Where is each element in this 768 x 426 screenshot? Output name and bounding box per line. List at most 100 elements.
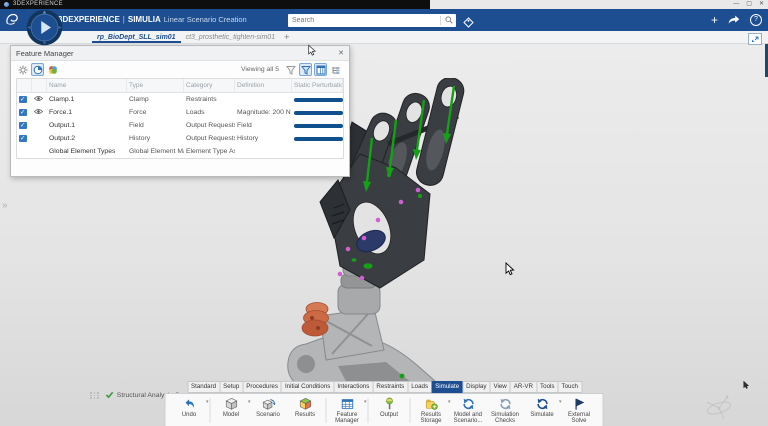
- toolbar-button-scenario[interactable]: Scenario: [250, 396, 287, 425]
- cell-category[interactable]: Output Requests: [184, 119, 235, 132]
- toolbar-button-model[interactable]: Model ▾: [213, 396, 251, 425]
- cell-static-perturbation[interactable]: [292, 145, 343, 158]
- toolbar-button-output[interactable]: Output: [371, 396, 408, 425]
- tag-icon[interactable]: [463, 15, 474, 33]
- column-header[interactable]: [17, 79, 32, 93]
- toolbar-button-results[interactable]: Results: [287, 396, 324, 425]
- toolbar-button-external-solve[interactable]: External Solve: [561, 396, 598, 425]
- checkbox-checked-icon[interactable]: ✓: [19, 134, 27, 143]
- tree-view-icon[interactable]: [329, 63, 342, 76]
- close-icon[interactable]: ✕: [338, 49, 344, 57]
- row-checkbox-cell[interactable]: ✓: [17, 106, 32, 119]
- cell-type[interactable]: Force: [127, 106, 184, 119]
- new-tab-button[interactable]: +: [280, 32, 293, 43]
- categories-icon[interactable]: [46, 63, 59, 76]
- cell-category[interactable]: Output Requests: [184, 132, 235, 145]
- row-visibility-cell[interactable]: [32, 93, 47, 106]
- document-tab-ct3-prosthetic-tighten-sim01[interactable]: ct3_prosthetic_tighten-sim01: [181, 34, 281, 43]
- column-header-type[interactable]: Type: [127, 79, 184, 93]
- cell-name[interactable]: Force.1: [47, 106, 127, 119]
- cell-definition[interactable]: History: [235, 132, 292, 145]
- column-header-definition[interactable]: Definition: [235, 79, 292, 93]
- row-checkbox-cell[interactable]: ✓: [17, 119, 32, 132]
- row-checkbox-cell[interactable]: [17, 145, 32, 158]
- panel-collapse-chevron[interactable]: »: [2, 200, 8, 211]
- ribbon-tab-tools[interactable]: Tools: [536, 380, 559, 393]
- toolbar-button-simulation-checks[interactable]: Simulation Checks: [487, 396, 524, 425]
- cell-category[interactable]: Loads: [184, 106, 235, 119]
- cell-type[interactable]: Field: [127, 119, 184, 132]
- cell-static-perturbation[interactable]: [292, 106, 343, 119]
- help-icon[interactable]: ?: [750, 14, 762, 26]
- expand-viewport-icon[interactable]: [748, 33, 762, 45]
- add-icon[interactable]: +: [711, 14, 718, 26]
- row-checkbox-cell[interactable]: ✓: [17, 93, 32, 106]
- maximize-button[interactable]: ▢: [746, 0, 752, 9]
- share-icon[interactable]: [728, 11, 740, 29]
- cell-name[interactable]: Output.1: [47, 119, 127, 132]
- cell-name[interactable]: Global Element Types: [47, 145, 127, 158]
- visibility-eye-icon[interactable]: [33, 108, 44, 117]
- ribbon-tab-initial-conditions[interactable]: Initial Conditions: [280, 380, 335, 393]
- compass-icon[interactable]: [26, 9, 63, 46]
- checkbox-checked-icon[interactable]: ✓: [19, 108, 27, 117]
- toolbar-button-simulate[interactable]: Simulate ▾: [524, 396, 562, 425]
- pie-view-icon[interactable]: [31, 63, 44, 76]
- cell-type[interactable]: Global Element Map: [127, 145, 184, 158]
- dropdown-caret-icon[interactable]: ▾: [364, 399, 367, 406]
- cell-definition[interactable]: Magnitude: 200 N: [235, 106, 292, 119]
- row-visibility-cell[interactable]: [32, 106, 47, 119]
- ribbon-tab-touch[interactable]: Touch: [557, 380, 582, 393]
- toolbar-button-feature-manager[interactable]: Feature Manager ▾: [329, 396, 366, 425]
- cell-category[interactable]: Element Type Assign...: [184, 145, 235, 158]
- toolbar-button-undo[interactable]: Undo ▾: [171, 396, 209, 425]
- column-header[interactable]: [32, 79, 47, 93]
- ribbon-tab-view[interactable]: View: [489, 380, 511, 393]
- columns-icon[interactable]: [314, 63, 327, 76]
- cell-definition[interactable]: [235, 93, 292, 106]
- document-tab-rp-biodept-sll-sim01[interactable]: rp_BioDept_SLL_sim01: [92, 34, 181, 43]
- feature-manager-titlebar[interactable]: Feature Manager ✕: [11, 46, 349, 61]
- minimize-button[interactable]: —: [733, 0, 739, 9]
- toolbar-button-results-storage[interactable]: Results Storage ▾: [413, 396, 450, 425]
- search-box[interactable]: [288, 13, 456, 27]
- ribbon-tab-simulate[interactable]: Simulate: [431, 380, 464, 393]
- column-header-name[interactable]: Name: [47, 79, 127, 93]
- visibility-eye-icon[interactable]: [33, 95, 44, 104]
- row-visibility-cell[interactable]: [32, 132, 47, 145]
- toolbar-button-model-and-scenario[interactable]: Model and Scenario...: [450, 396, 487, 425]
- output-icon: [382, 397, 396, 412]
- ribbon-tab-restraints[interactable]: Restraints: [372, 380, 409, 393]
- search-input[interactable]: [288, 16, 440, 24]
- cell-type[interactable]: Clamp: [127, 93, 184, 106]
- cell-name[interactable]: Output.2: [47, 132, 127, 145]
- ribbon-tab-display[interactable]: Display: [462, 380, 491, 393]
- column-header-category[interactable]: Category: [184, 79, 235, 93]
- ribbon-tab-standard[interactable]: Standard: [187, 380, 221, 393]
- close-button[interactable]: ✕: [759, 0, 764, 9]
- cell-static-perturbation[interactable]: [292, 93, 343, 106]
- filter-active-icon[interactable]: [299, 63, 312, 76]
- cell-name[interactable]: Clamp.1: [47, 93, 127, 106]
- cell-definition[interactable]: [235, 145, 292, 158]
- cell-static-perturbation[interactable]: [292, 132, 343, 145]
- checkbox-checked-icon[interactable]: ✓: [19, 121, 27, 130]
- search-icon[interactable]: [440, 15, 456, 25]
- column-header-static-perturbation-st[interactable]: Static Perturbation St...: [292, 79, 343, 93]
- ribbon-tab-loads[interactable]: Loads: [407, 380, 433, 393]
- ribbon-tab-ar-vr[interactable]: AR-VR: [509, 380, 538, 393]
- cell-definition[interactable]: Field: [235, 119, 292, 132]
- cell-static-perturbation[interactable]: [292, 119, 343, 132]
- ribbon-tab-setup[interactable]: Setup: [219, 380, 244, 393]
- checkbox-checked-icon[interactable]: ✓: [19, 95, 27, 104]
- row-visibility-cell[interactable]: [32, 119, 47, 132]
- ribbon-tab-interactions[interactable]: Interactions: [333, 380, 374, 393]
- dropdown-caret-icon[interactable]: ▾: [206, 399, 209, 406]
- gear-icon[interactable]: [16, 63, 29, 76]
- cell-category[interactable]: Restraints: [184, 93, 235, 106]
- ribbon-tab-procedures[interactable]: Procedures: [242, 380, 282, 393]
- row-checkbox-cell[interactable]: ✓: [17, 132, 32, 145]
- cell-type[interactable]: History: [127, 132, 184, 145]
- filter-icon[interactable]: [284, 63, 297, 76]
- row-visibility-cell[interactable]: [32, 145, 47, 158]
